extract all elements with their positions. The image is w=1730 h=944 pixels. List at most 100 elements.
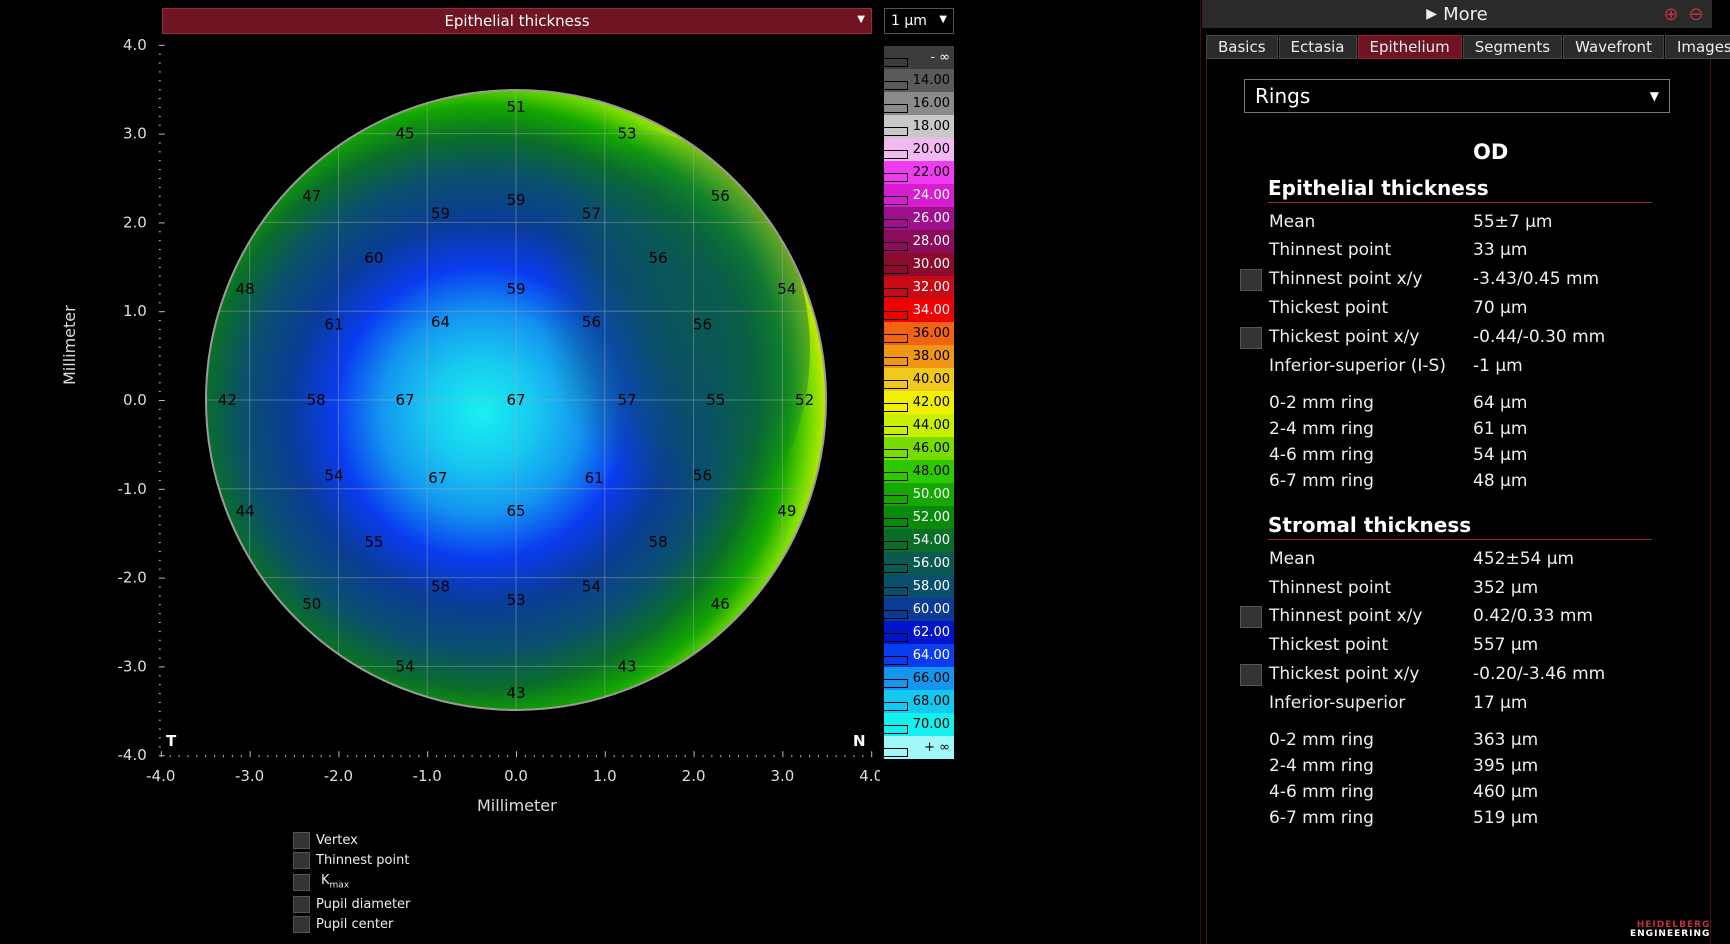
thickness-value-label: 56 (693, 316, 712, 334)
stroma-thinnest-value: 352 µm (1473, 578, 1539, 598)
epi-thinnest-value: 33 µm (1473, 240, 1528, 260)
legend-bracket (884, 587, 908, 596)
x-minor-tick (613, 755, 615, 758)
stroma-thinnest-xy-checkbox[interactable] (1240, 606, 1262, 628)
x-minor-tick (569, 755, 571, 758)
y-minor-tick (158, 346, 161, 348)
thickness-value-label: 59 (431, 205, 450, 223)
y-minor-tick (158, 533, 161, 535)
legend-bracket (884, 472, 908, 481)
legend-label: 64.00 (912, 648, 950, 663)
thickness-value-label: 56 (693, 466, 712, 484)
legend-label: 42.00 (912, 395, 950, 410)
y-minor-tick (158, 728, 161, 730)
x-minor-tick (453, 755, 455, 758)
thickness-value-label: 50 (302, 595, 321, 613)
x-minor-tick (862, 755, 864, 758)
legend-entry: 14.00 (884, 69, 954, 92)
y-minor-tick (158, 222, 165, 224)
y-minor-tick (158, 195, 161, 197)
stroma-thickest-xy-checkbox[interactable] (1240, 664, 1262, 686)
stroma-thinnest-label: Thinnest point (1269, 578, 1392, 598)
x-tick-label: -2.0 (324, 767, 353, 785)
x-minor-tick (773, 755, 775, 758)
x-minor-tick (391, 755, 393, 758)
x-minor-tick (267, 755, 269, 758)
x-minor-tick (675, 755, 677, 758)
zoom-out-icon[interactable]: ⊖ (1685, 3, 1707, 25)
tab-wavefront[interactable]: Wavefront (1563, 35, 1664, 59)
y-minor-tick (158, 471, 161, 473)
legend-bracket (884, 242, 908, 251)
thickness-value-label: 49 (777, 502, 796, 520)
x-minor-tick (400, 755, 402, 758)
legend-entry: 38.00 (884, 345, 954, 368)
y-minor-tick (158, 178, 161, 179)
legend-label: 38.00 (912, 349, 950, 364)
legend-bracket (884, 656, 908, 665)
x-minor-tick (702, 755, 704, 758)
x-minor-tick (782, 751, 784, 758)
legend-bracket (884, 564, 908, 573)
rings-dropdown[interactable]: Rings ▼ (1244, 79, 1670, 113)
legend-label: 14.00 (912, 73, 950, 88)
stroma-mean-value: 452±54 µm (1473, 549, 1575, 569)
pupil-center-label: Pupil center (316, 916, 394, 932)
kmax-checkbox[interactable] (293, 873, 310, 891)
thinnest-checkbox-row[interactable]: Thinnest point (293, 850, 410, 870)
y-minor-tick (158, 550, 161, 552)
x-minor-tick (311, 755, 313, 758)
pupil-center-checkbox-row[interactable]: Pupil center (293, 914, 410, 934)
thickness-map[interactable]: -4.0 -3.0 -2.0 -1.0 0.0 1.0 2.0 3.0 4.0 4.0 3.0 2.0… (0, 30, 880, 800)
y-tick-label: 3.0 (123, 125, 147, 143)
zoom-in-icon[interactable]: ⊕ (1660, 3, 1682, 25)
epi-ring-46-label: 4-6 mm ring (1269, 445, 1374, 465)
thickness-value-label: 64 (431, 313, 450, 331)
more-button[interactable]: ▶ More (1202, 0, 1712, 28)
y-minor-tick (158, 98, 161, 100)
chevron-down-icon: ▼ (1649, 89, 1659, 103)
thinnest-checkbox[interactable] (293, 851, 310, 869)
tab-ectasia[interactable]: Ectasia (1278, 35, 1357, 59)
x-minor-tick (480, 755, 482, 758)
stroma-ring-02-label: 0-2 mm ring (1269, 730, 1374, 750)
x-minor-tick (738, 755, 739, 758)
vertex-checkbox[interactable] (293, 831, 310, 849)
chevron-down-icon: ▼ (939, 14, 947, 25)
y-minor-tick (158, 657, 161, 659)
pupil-diameter-checkbox[interactable] (293, 895, 310, 913)
x-minor-tick (560, 755, 562, 758)
y-minor-tick (158, 746, 161, 748)
epi-thinnest-label: Thinnest point (1269, 240, 1392, 260)
x-minor-tick (178, 755, 180, 758)
legend-bracket (884, 58, 908, 67)
y-axis-title: Millimeter (60, 305, 79, 385)
thickness-value-label: 54 (324, 466, 343, 484)
legend-bracket (884, 173, 908, 182)
x-minor-tick (382, 755, 384, 758)
tab-images[interactable]: Images (1664, 35, 1730, 59)
legend-entry: 20.00 (884, 138, 954, 161)
tab-basics[interactable]: Basics (1206, 35, 1278, 59)
kmax-checkbox-row[interactable]: Kmax (293, 870, 410, 894)
step-dropdown[interactable]: 1 µm ▼ (884, 8, 954, 34)
stroma-mean-label: Mean (1269, 549, 1316, 569)
y-minor-tick (158, 169, 161, 171)
legend-bracket (884, 610, 908, 619)
y-tick-label: 4.0 (123, 36, 147, 54)
pupil-diameter-checkbox-row[interactable]: Pupil diameter (293, 894, 410, 914)
epi-thickest-xy-checkbox[interactable] (1240, 327, 1262, 349)
x-minor-tick (826, 755, 828, 758)
x-minor-tick (809, 755, 811, 758)
tab-epithelium[interactable]: Epithelium (1357, 35, 1462, 59)
y-minor-tick (158, 151, 161, 153)
y-minor-tick (158, 444, 161, 446)
legend-label: 70.00 (912, 717, 950, 732)
epi-thinnest-xy-checkbox[interactable] (1240, 269, 1262, 291)
tab-segments[interactable]: Segments (1462, 35, 1563, 59)
x-minor-tick (835, 755, 837, 758)
legend-entry: + ∞ (884, 736, 954, 759)
pupil-center-checkbox[interactable] (293, 915, 310, 933)
vertex-checkbox-row[interactable]: Vertex (293, 830, 410, 850)
x-minor-tick (205, 755, 207, 758)
